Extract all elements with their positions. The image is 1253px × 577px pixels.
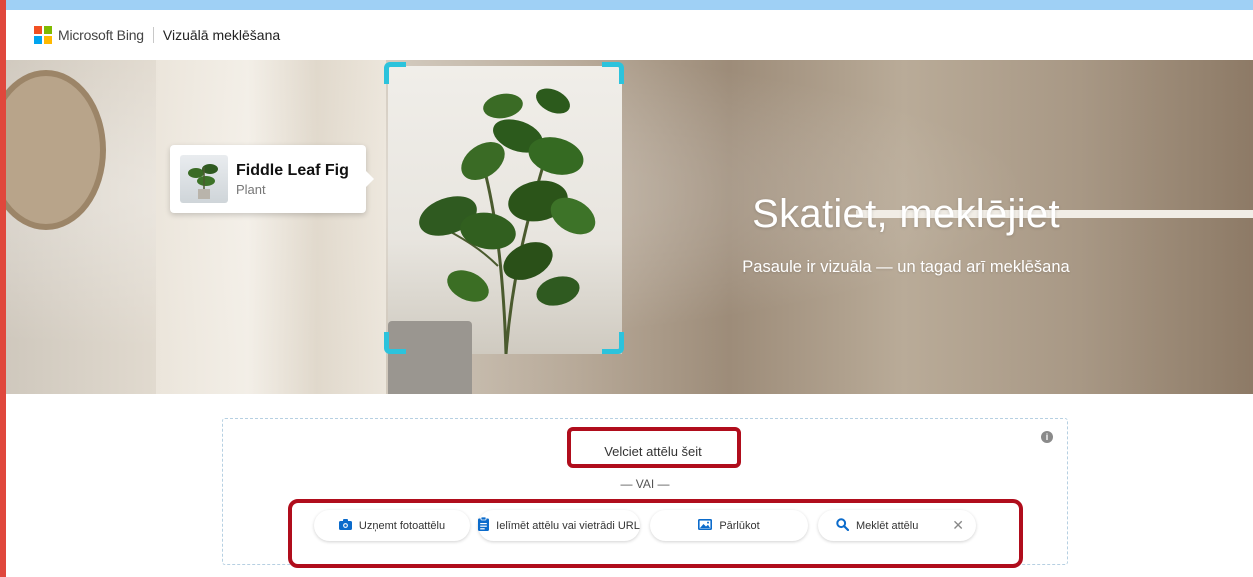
microsoft-logo-icon[interactable] — [34, 26, 52, 44]
plant-thumbnail — [180, 155, 228, 203]
hero-mirror-decoration — [6, 70, 106, 230]
info-icon[interactable]: i — [1041, 431, 1053, 443]
hero-plant-image — [388, 66, 622, 394]
hero-title: Skatiet, meklējiet — [752, 192, 1060, 236]
highlight-action-buttons — [288, 499, 1023, 568]
hero-banner: Fiddle Leaf Fig Plant Skatiet, meklējiet… — [6, 60, 1253, 394]
plant-illustration — [419, 88, 596, 354]
header-bar: Microsoft Bing Vizuālā meklēšana — [6, 10, 1253, 60]
card-object-name: Fiddle Leaf Fig — [236, 161, 349, 179]
card-object-category: Plant — [236, 181, 266, 197]
or-separator: — VAI — — [620, 477, 670, 491]
header-divider — [152, 27, 154, 43]
brand-name[interactable]: Microsoft Bing — [58, 27, 144, 43]
top-border-band — [0, 0, 1253, 10]
crop-corner-top-right — [602, 62, 624, 84]
hero-curtain-decoration — [156, 60, 386, 394]
crop-corner-top-left — [384, 62, 406, 84]
hero-subtitle: Pasaule ir vizuāla — un tagad arī meklēš… — [742, 258, 1070, 276]
highlight-drag-text — [567, 427, 741, 468]
identified-object-card: Fiddle Leaf Fig Plant — [170, 145, 374, 213]
crop-corner-bottom-right — [602, 332, 624, 354]
crop-corner-bottom-left — [384, 332, 406, 354]
page-title[interactable]: Vizuālā meklēšana — [163, 27, 280, 43]
